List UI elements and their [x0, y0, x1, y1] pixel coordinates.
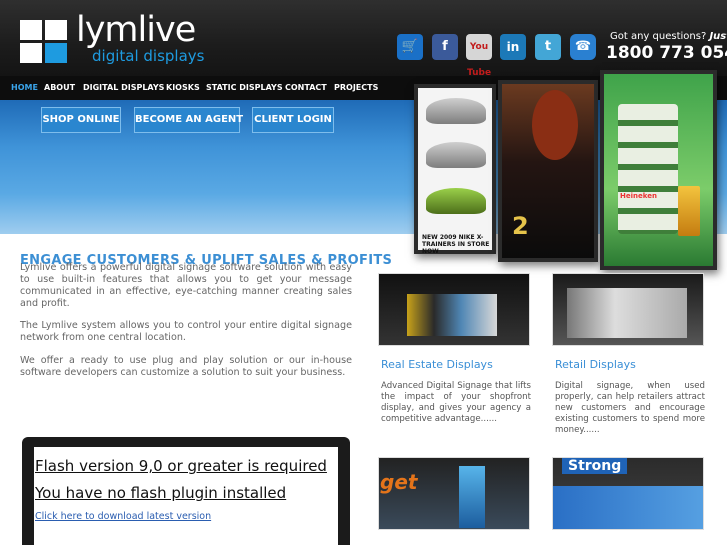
flash-required-text: Flash version 9,0 or greater is required: [35, 457, 327, 475]
logo-tagline: digital displays: [92, 47, 205, 65]
linkedin-icon[interactable]: in: [500, 34, 526, 60]
strong-sign-text: Strong: [562, 458, 628, 474]
nav-item-home[interactable]: HOME: [11, 83, 38, 92]
bottles-image: [618, 104, 678, 234]
real-estate-description: Advanced Digital Signage that lifts the …: [381, 381, 531, 424]
real-estate-title[interactable]: Real Estate Displays: [381, 358, 493, 371]
retail-description: Digital signage, when used properly, can…: [555, 381, 705, 435]
solution-paragraph: We offer a ready to use plug and play so…: [20, 355, 352, 378]
youtube-icon[interactable]: You Tube: [466, 34, 492, 78]
become-agent-button[interactable]: BECOME AN AGENT: [134, 107, 243, 133]
retail-thumbnail[interactable]: [552, 273, 704, 346]
intro-paragraph: Lymlive offers a powerful digital signag…: [20, 262, 352, 309]
nav-item-kiosks[interactable]: KIOSKS: [166, 83, 200, 92]
shoe-image: [426, 142, 486, 168]
question-label: Got any questions?: [610, 31, 707, 42]
phone-number[interactable]: 1800 773 054: [606, 43, 727, 63]
nav-item-about[interactable]: ABOUT: [44, 83, 75, 92]
question-text: Got any questions? Just Ask!: [610, 31, 727, 42]
question-emphasis: Just Ask!: [709, 31, 727, 42]
movie-number: 2: [512, 212, 529, 240]
portrait-image: [532, 90, 578, 160]
logo-name[interactable]: lymlive: [76, 12, 196, 48]
site-header: lymlive digital displays 🛒 f You Tube in…: [0, 0, 727, 78]
phone-icon[interactable]: ☎: [570, 34, 596, 60]
real-estate-thumbnail[interactable]: [378, 273, 530, 346]
shoe-image: [426, 98, 486, 124]
retail-title[interactable]: Retail Displays: [555, 358, 636, 371]
beer-glass-image: [678, 186, 700, 236]
nav-item-digital-displays[interactable]: DIGITAL DISPLAYS: [83, 83, 164, 92]
shoe-image: [426, 188, 486, 214]
logo-mark[interactable]: [20, 20, 68, 64]
flash-missing-text: You have no flash plugin installed: [35, 484, 287, 502]
cart-icon[interactable]: 🛒: [397, 34, 423, 60]
page: lymlive digital displays 🛒 f You Tube in…: [0, 0, 727, 545]
shop-online-button[interactable]: SHOP ONLINE: [41, 107, 121, 133]
get-sign-text: get: [380, 470, 418, 494]
client-login-button[interactable]: CLIENT LOGIN: [252, 107, 334, 133]
nav-item-static-displays[interactable]: STATIC DISPLAYS: [206, 83, 283, 92]
download-flash-link[interactable]: Click here to download latest version: [35, 511, 211, 522]
display-movie: 2: [498, 80, 598, 262]
display-beer: Heineken: [600, 70, 717, 270]
nav-item-projects[interactable]: PROJECTS: [334, 83, 378, 92]
nav-item-contact[interactable]: CONTACT: [285, 83, 327, 92]
shoe-caption: NEW 2009 NIKE X-TRAINERS IN STORE NOW: [422, 234, 490, 255]
facebook-icon[interactable]: f: [432, 34, 458, 60]
system-paragraph: The Lymlive system allows you to control…: [20, 320, 352, 343]
twitter-icon[interactable]: t: [535, 34, 561, 60]
display-shoes: NEW 2009 NIKE X-TRAINERS IN STORE NOW: [414, 84, 496, 255]
beer-brand: Heineken: [620, 192, 657, 200]
